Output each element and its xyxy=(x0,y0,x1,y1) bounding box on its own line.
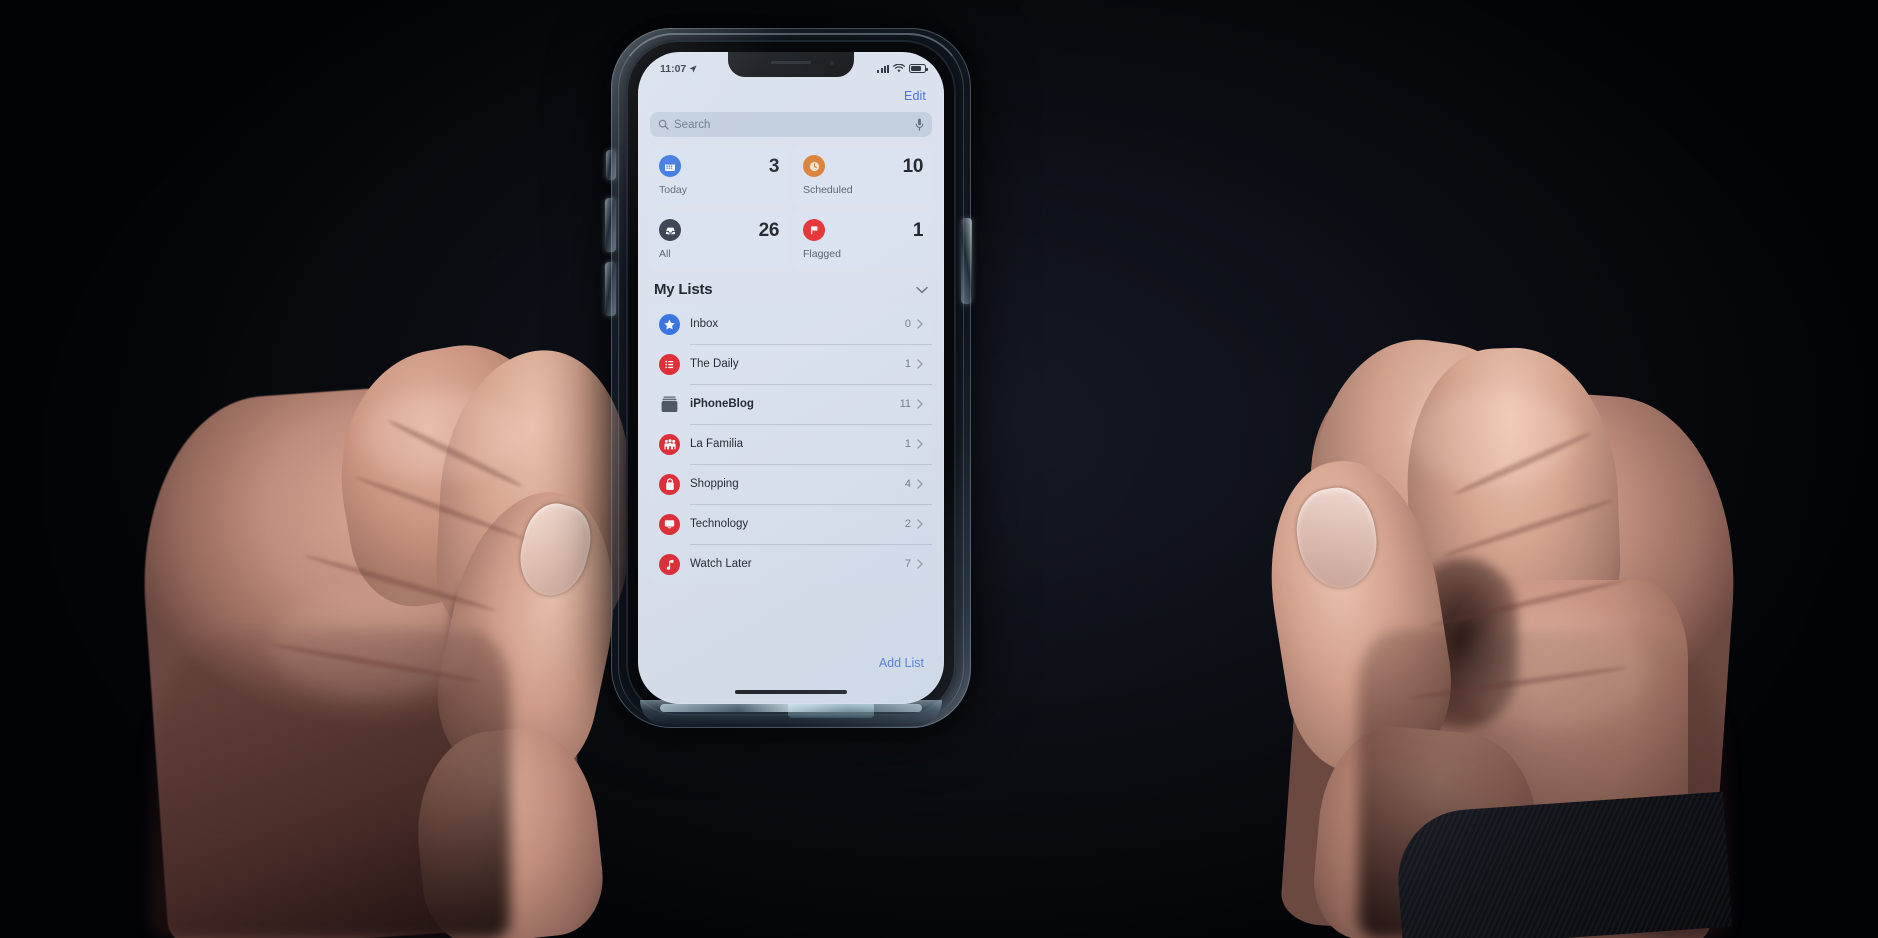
smart-card-all[interactable]: 26 All xyxy=(650,211,788,269)
earpiece-speaker xyxy=(771,61,811,64)
front-camera xyxy=(830,61,834,65)
smart-card-label: Today xyxy=(659,184,688,196)
chevron-down-icon[interactable] xyxy=(916,286,928,294)
app-topbar: Edit xyxy=(650,82,932,110)
list-item-count: 1 xyxy=(904,438,911,450)
music-note-icon xyxy=(659,553,680,575)
clock-icon xyxy=(803,155,825,177)
list-item-count: 2 xyxy=(904,518,911,530)
cellular-signal-icon xyxy=(877,64,889,73)
list-item-name: Shopping xyxy=(690,478,739,490)
chevron-right-icon xyxy=(917,359,923,369)
list-item-name: Inbox xyxy=(690,318,719,330)
list-item-count: 4 xyxy=(904,478,911,490)
smart-card-count: 26 xyxy=(758,219,780,241)
volume-down-button[interactable] xyxy=(605,262,616,316)
battery-icon xyxy=(909,64,928,73)
list-item-count: 7 xyxy=(904,558,911,570)
volume-up-button[interactable] xyxy=(605,198,616,252)
list-item-technology[interactable]: Technology 2 xyxy=(650,504,932,544)
list-item-name: Watch Later xyxy=(690,558,752,570)
list-lines-icon xyxy=(659,353,680,375)
wifi-icon xyxy=(893,64,905,73)
chevron-right-icon xyxy=(917,519,923,529)
chevron-right-icon xyxy=(917,399,923,409)
list-item-name: iPhoneBlog xyxy=(690,398,754,410)
smart-card-label: All xyxy=(659,248,671,260)
search-bar[interactable] xyxy=(650,112,932,137)
calendar-icon xyxy=(659,155,681,177)
location-arrow-icon xyxy=(689,64,697,73)
chevron-right-icon xyxy=(917,479,923,489)
notch xyxy=(728,52,854,77)
smart-card-flagged[interactable]: 1 Flagged xyxy=(794,211,932,269)
display-icon xyxy=(659,513,680,535)
add-list-row: Add List xyxy=(638,654,944,672)
my-lists-card: Inbox 0 The Daily 1 iPhoneBlog 11 La Fam… xyxy=(650,304,932,584)
smart-card-count: 10 xyxy=(902,155,924,177)
edit-button[interactable]: Edit xyxy=(904,89,926,103)
list-item-name: Technology xyxy=(690,518,749,530)
list-item-inbox[interactable]: Inbox 0 xyxy=(650,304,932,344)
power-button[interactable] xyxy=(961,218,972,304)
list-item-name: La Familia xyxy=(690,438,744,450)
smart-card-label: Flagged xyxy=(803,248,841,260)
people-icon xyxy=(659,433,680,455)
chevron-right-icon xyxy=(917,439,923,449)
inbox-tray-icon xyxy=(659,219,681,241)
chevron-right-icon xyxy=(917,319,923,329)
page-title: My Lists xyxy=(654,281,713,298)
list-item-shopping[interactable]: Shopping 4 xyxy=(650,464,932,504)
list-item-count: 11 xyxy=(899,398,911,410)
list-item-count: 1 xyxy=(904,358,911,370)
smart-card-count: 3 xyxy=(768,155,780,177)
list-item-la-familia[interactable]: La Familia 1 xyxy=(650,424,932,464)
add-list-button[interactable]: Add List xyxy=(879,656,924,670)
mute-switch-button[interactable] xyxy=(606,150,616,180)
home-indicator[interactable] xyxy=(735,690,847,694)
flag-icon xyxy=(803,219,825,241)
folder-stack-icon xyxy=(659,394,680,415)
status-time: 11:07 xyxy=(660,62,687,75)
reminders-app: Edit Search 3 Today 10 Scheduled 26 All … xyxy=(638,52,944,704)
my-lists-header: My Lists xyxy=(654,281,928,298)
list-item-count: 0 xyxy=(904,318,911,330)
smart-lists-grid: 3 Today 10 Scheduled 26 All 1 Flagged xyxy=(650,147,932,269)
phone-screen[interactable]: 11:07 Edit Search 3 Today 10 Scheduled 2… xyxy=(638,52,944,704)
shopping-bag-icon xyxy=(659,473,680,495)
list-item-the-daily[interactable]: The Daily 1 xyxy=(650,344,932,384)
smart-card-count: 1 xyxy=(912,219,924,241)
search-input[interactable] xyxy=(674,118,910,131)
list-item-watch-later[interactable]: Watch Later 7 xyxy=(650,544,932,584)
magnifier-icon xyxy=(658,119,669,130)
smart-card-label: Scheduled xyxy=(803,184,853,196)
smart-card-scheduled[interactable]: 10 Scheduled xyxy=(794,147,932,205)
microphone-icon[interactable] xyxy=(915,118,924,131)
list-item-iphoneblog[interactable]: iPhoneBlog 11 xyxy=(650,384,932,424)
star-icon xyxy=(659,313,680,335)
chevron-right-icon xyxy=(917,559,923,569)
smart-card-today[interactable]: 3 Today xyxy=(650,147,788,205)
list-item-name: The Daily xyxy=(690,358,739,370)
